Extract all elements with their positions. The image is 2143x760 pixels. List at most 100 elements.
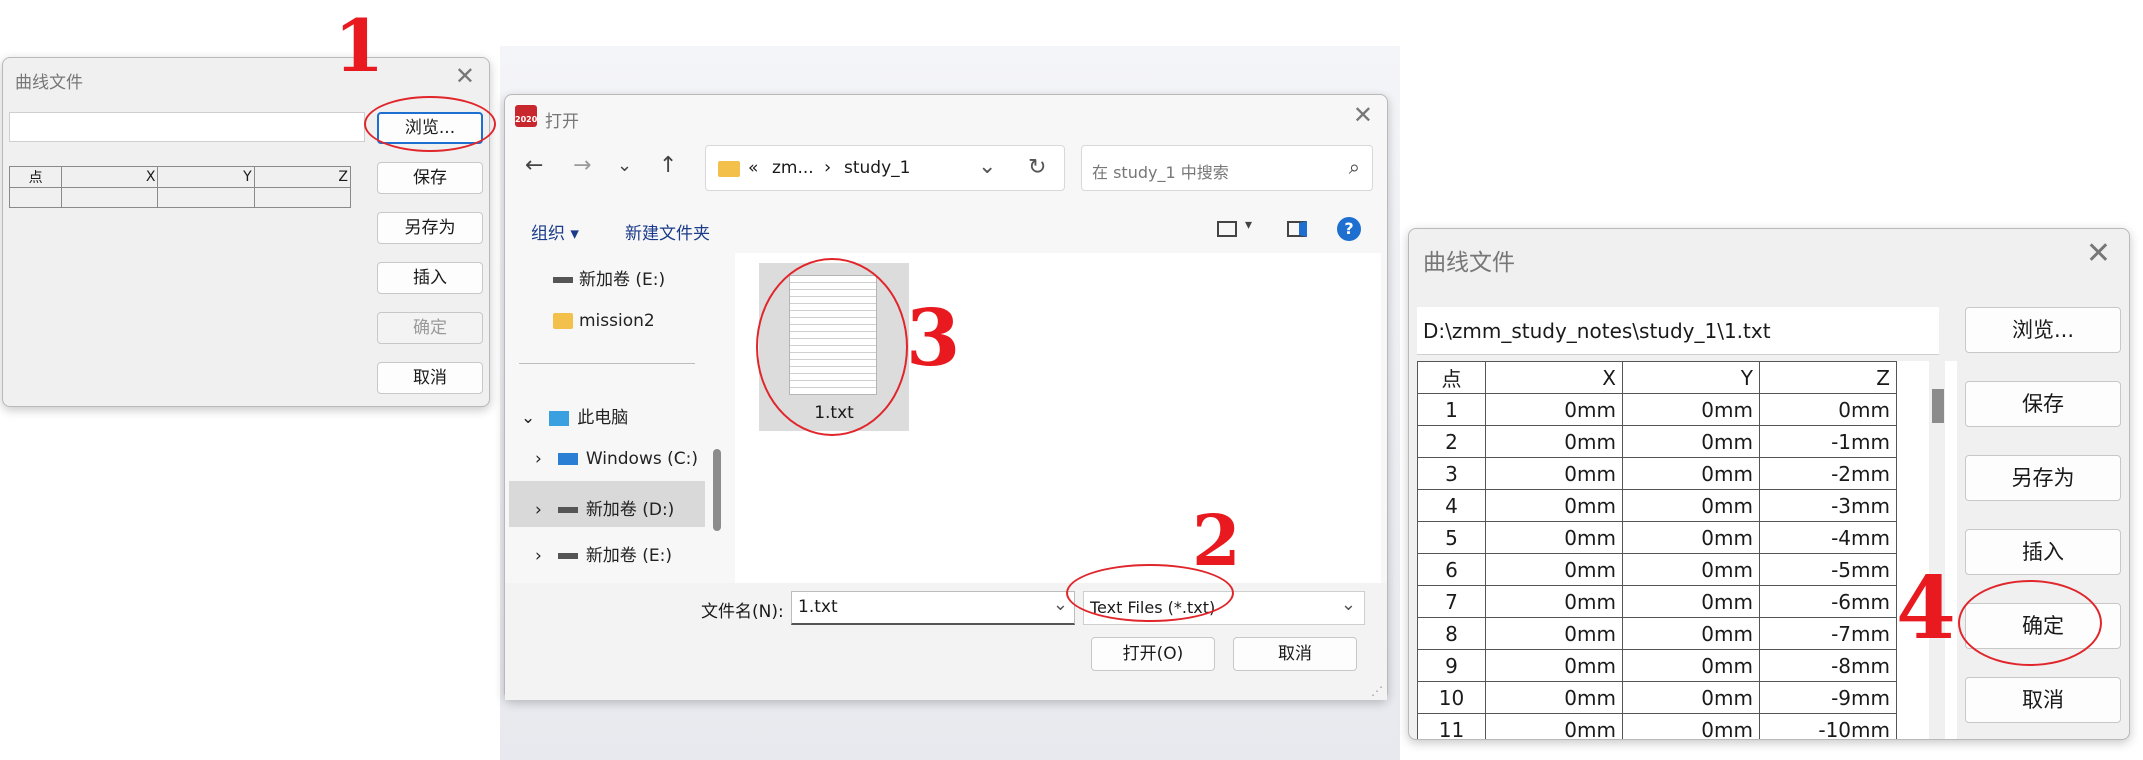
z-value-cell[interactable]: -7mm xyxy=(1759,617,1897,650)
x-value-cell[interactable]: 0mm xyxy=(1485,489,1623,522)
breadcrumb-item[interactable]: study_1 xyxy=(844,158,910,178)
y-value-cell[interactable]: 0mm xyxy=(1622,681,1760,714)
x-value-cell[interactable]: 0mm xyxy=(1485,457,1623,490)
table-row[interactable]: 9 0mm 0mm -8mm xyxy=(1417,649,1897,682)
nav-item-drive-c[interactable]: › Windows (C:) xyxy=(535,449,698,469)
z-value-cell[interactable]: -9mm xyxy=(1759,681,1897,714)
table-row[interactable]: 11 0mm 0mm -10mm xyxy=(1417,713,1897,739)
table-row[interactable]: 10 0mm 0mm -9mm xyxy=(1417,681,1897,714)
cancel-button[interactable]: 取消 xyxy=(1965,677,2121,723)
preview-pane-icon[interactable] xyxy=(1287,221,1307,237)
save-button[interactable]: 保存 xyxy=(377,162,483,194)
insert-button[interactable]: 插入 xyxy=(1965,529,2121,575)
nav-item-mission2[interactable]: mission2 xyxy=(553,311,655,331)
search-icon[interactable]: ⌕ xyxy=(1349,155,1360,179)
close-icon[interactable]: ✕ xyxy=(455,64,475,88)
x-value-cell[interactable]: 0mm xyxy=(1485,553,1623,586)
table-row[interactable]: 3 0mm 0mm -2mm xyxy=(1417,457,1897,490)
point-index-cell[interactable]: 3 xyxy=(1417,457,1486,490)
chevron-right-icon[interactable]: › xyxy=(535,546,542,566)
y-value-cell[interactable]: 0mm xyxy=(1622,393,1760,426)
y-value-cell[interactable]: 0mm xyxy=(1622,489,1760,522)
nav-item-drive-d[interactable]: › 新加卷 (D:) xyxy=(535,495,674,520)
y-value-cell[interactable]: 0mm xyxy=(1622,425,1760,458)
point-index-cell[interactable]: 9 xyxy=(1417,649,1486,682)
x-value-cell[interactable]: 0mm xyxy=(1485,713,1623,739)
chevron-down-icon[interactable]: ⌄ xyxy=(978,154,996,179)
table-row[interactable]: 1 0mm 0mm 0mm xyxy=(1417,393,1897,426)
table-row[interactable]: 7 0mm 0mm -6mm xyxy=(1417,585,1897,618)
x-value-cell[interactable]: 0mm xyxy=(1485,521,1623,554)
y-value-cell[interactable]: 0mm xyxy=(1622,585,1760,618)
z-value-cell[interactable]: -3mm xyxy=(1759,489,1897,522)
cancel-button[interactable]: 取消 xyxy=(1233,637,1357,671)
chevron-down-icon[interactable]: ⌄ xyxy=(1341,594,1356,615)
chevron-right-icon[interactable]: › xyxy=(535,449,542,469)
x-value-cell[interactable]: 0mm xyxy=(1485,649,1623,682)
breadcrumb-item[interactable]: zm... xyxy=(772,158,814,178)
grid-scrollbar[interactable] xyxy=(1929,361,1945,739)
y-value-cell[interactable]: 0mm xyxy=(1622,553,1760,586)
table-row[interactable]: 6 0mm 0mm -5mm xyxy=(1417,553,1897,586)
z-value-cell[interactable]: -1mm xyxy=(1759,425,1897,458)
x-value-cell[interactable]: 0mm xyxy=(1485,681,1623,714)
filename-input[interactable]: 1.txt ⌄ xyxy=(791,591,1075,625)
chevron-down-icon[interactable]: ⌄ xyxy=(617,155,632,176)
save-as-button[interactable]: 另存为 xyxy=(1965,455,2121,501)
nav-scrollbar[interactable] xyxy=(713,449,721,531)
point-index-cell[interactable]: 10 xyxy=(1417,681,1486,714)
scrollbar-thumb[interactable] xyxy=(1932,389,1944,423)
view-mode-icon[interactable] xyxy=(1217,221,1237,237)
point-index-cell[interactable]: 4 xyxy=(1417,489,1486,522)
point-index-cell[interactable]: 8 xyxy=(1417,617,1486,650)
x-value-cell[interactable]: 0mm xyxy=(1485,393,1623,426)
point-index-cell[interactable]: 5 xyxy=(1417,521,1486,554)
y-value-cell[interactable]: 0mm xyxy=(1622,521,1760,554)
ok-button[interactable]: 确定 xyxy=(1965,603,2121,649)
x-value-cell[interactable]: 0mm xyxy=(1485,425,1623,458)
y-value-cell[interactable]: 0mm xyxy=(1622,457,1760,490)
z-value-cell[interactable]: -4mm xyxy=(1759,521,1897,554)
file-item[interactable]: 1.txt xyxy=(759,263,909,431)
z-value-cell[interactable]: -8mm xyxy=(1759,649,1897,682)
save-as-button[interactable]: 另存为 xyxy=(377,212,483,244)
nav-item-drive-e[interactable]: 新加卷 (E:) xyxy=(553,265,665,290)
new-folder-button[interactable]: 新建文件夹 xyxy=(625,219,710,244)
z-value-cell[interactable]: -6mm xyxy=(1759,585,1897,618)
point-index-cell[interactable]: 6 xyxy=(1417,553,1486,586)
save-button[interactable]: 保存 xyxy=(1965,381,2121,427)
chevron-right-icon[interactable]: › xyxy=(535,500,542,520)
table-row[interactable]: 8 0mm 0mm -7mm xyxy=(1417,617,1897,650)
nav-item-this-pc[interactable]: ⌄ 此电脑 xyxy=(521,403,628,428)
z-value-cell[interactable]: 0mm xyxy=(1759,393,1897,426)
back-arrow-icon[interactable]: ← xyxy=(525,153,543,178)
up-arrow-icon[interactable]: ↑ xyxy=(659,153,677,178)
browse-button[interactable]: 浏览... xyxy=(377,112,483,144)
forward-arrow-icon[interactable]: → xyxy=(573,153,591,178)
table-row[interactable]: 5 0mm 0mm -4mm xyxy=(1417,521,1897,554)
point-index-cell[interactable]: 7 xyxy=(1417,585,1486,618)
help-icon[interactable]: ? xyxy=(1337,217,1361,241)
x-value-cell[interactable]: 0mm xyxy=(1485,585,1623,618)
point-index-cell[interactable]: 11 xyxy=(1417,713,1486,739)
x-value-cell[interactable]: 0mm xyxy=(1485,617,1623,650)
cancel-button[interactable]: 取消 xyxy=(377,362,483,394)
z-value-cell[interactable]: -5mm xyxy=(1759,553,1897,586)
chevron-down-icon[interactable]: ▾ xyxy=(1245,217,1252,233)
insert-button[interactable]: 插入 xyxy=(377,262,483,294)
y-value-cell[interactable]: 0mm xyxy=(1622,617,1760,650)
point-index-cell[interactable]: 2 xyxy=(1417,425,1486,458)
open-button[interactable]: 打开(O) xyxy=(1091,637,1215,671)
path-field[interactable]: D:\zmm_study_notes\study_1\1.txt xyxy=(1417,307,1939,355)
nav-item-drive-e-2[interactable]: › 新加卷 (E:) xyxy=(535,541,672,566)
chevron-down-icon[interactable]: ⌄ xyxy=(521,408,535,428)
browse-button[interactable]: 浏览... xyxy=(1965,307,2121,353)
ok-button[interactable]: 确定 xyxy=(377,312,483,344)
path-field[interactable] xyxy=(9,112,365,142)
close-icon[interactable]: ✕ xyxy=(1353,103,1373,127)
organize-menu[interactable]: 组织 ▾ xyxy=(531,219,579,244)
resize-grip-icon[interactable]: ⋰ xyxy=(1371,684,1383,698)
z-value-cell[interactable]: -10mm xyxy=(1759,713,1897,739)
refresh-icon[interactable]: ↻ xyxy=(1028,155,1046,180)
table-row[interactable]: 2 0mm 0mm -1mm xyxy=(1417,425,1897,458)
